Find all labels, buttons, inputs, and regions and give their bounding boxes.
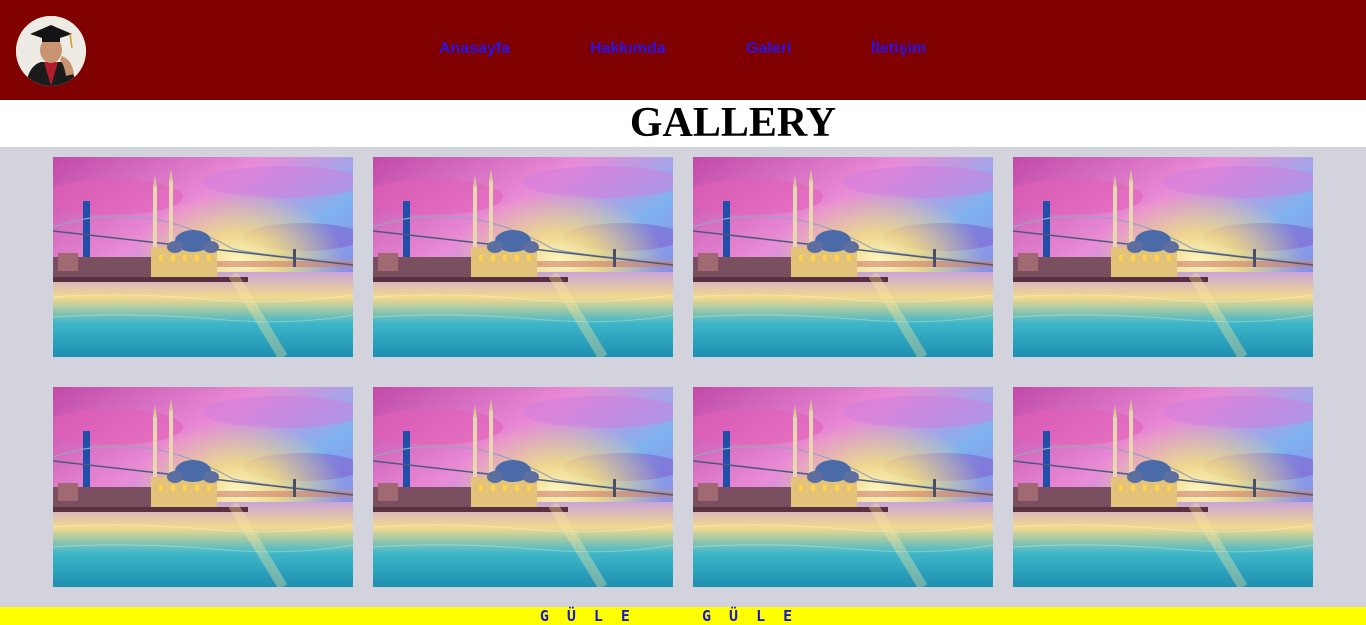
mosque-sunset-image — [1013, 387, 1313, 587]
mosque-sunset-image — [693, 387, 993, 587]
title-bar: GALLERY — [0, 100, 1366, 147]
main-nav: Anasayfa Hakkımda Galeri İletişim — [0, 38, 1366, 62]
gallery-image[interactable] — [373, 157, 673, 357]
gallery-image[interactable] — [1013, 157, 1313, 357]
gallery-image[interactable] — [53, 387, 353, 587]
gallery-grid — [0, 147, 1366, 607]
site-header: Anasayfa Hakkımda Galeri İletişim — [0, 0, 1366, 100]
nav-link-about[interactable]: Hakkımda — [590, 40, 666, 58]
mosque-sunset-image — [1013, 157, 1313, 357]
nav-link-contact[interactable]: İletişim — [871, 40, 926, 58]
page-title: GALLERY — [629, 100, 837, 146]
nav-link-home[interactable]: Anasayfa — [439, 40, 510, 58]
gallery-image[interactable] — [1013, 387, 1313, 587]
mosque-sunset-image — [373, 157, 673, 357]
gallery-image[interactable] — [693, 157, 993, 357]
mosque-sunset-image — [53, 157, 353, 357]
gallery-image[interactable] — [693, 387, 993, 587]
gallery-image[interactable] — [373, 387, 673, 587]
site-footer: GÜLE GÜLE — [0, 607, 1366, 625]
footer-text: GÜLE GÜLE — [539, 607, 811, 625]
mosque-sunset-image — [53, 387, 353, 587]
nav-link-gallery[interactable]: Galeri — [746, 40, 791, 58]
mosque-sunset-image — [693, 157, 993, 357]
mosque-sunset-image — [373, 387, 673, 587]
gallery-image[interactable] — [53, 157, 353, 357]
